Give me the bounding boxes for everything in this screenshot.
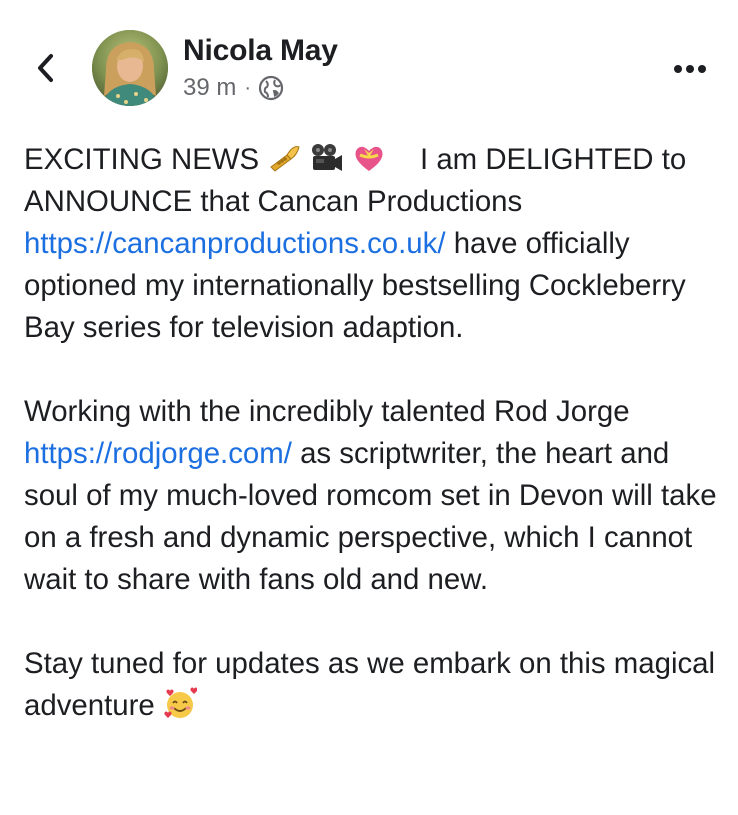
avatar[interactable] [92,30,168,106]
more-horizontal-icon [674,65,706,73]
author-name[interactable]: Nicola May [183,34,338,68]
globe-icon [258,75,284,101]
heart-with-ribbon-emoji [355,146,383,171]
avatar-photo [92,30,168,106]
post-body: EXCITING NEWS I am DELIGHTED to ANNOUNCE… [24,139,724,727]
post-paragraph-2: Working with the incredibly talented Rod… [24,391,724,601]
more-options-button[interactable] [668,54,712,84]
post-link-cancan[interactable]: https://cancanproductions.co.uk/ [24,227,446,260]
post-paragraph-1: EXCITING NEWS I am DELIGHTED to ANNOUNCE… [24,139,724,349]
post-paragraph-3: Stay tuned for updates as we embark on t… [24,643,724,727]
back-button[interactable] [26,46,66,90]
post-header: Nicola May 39 m · [0,0,738,130]
trumpet-emoji [270,146,300,172]
post-text: Working with the incredibly talented Rod… [24,395,630,428]
post-meta: 39 m · [183,74,284,102]
smiling-face-with-hearts-emoji [164,687,197,718]
movie-camera-emoji [312,144,343,171]
post-link-rodjorge[interactable]: https://rodjorge.com/ [24,437,292,470]
chevron-left-icon [38,54,53,82]
post-time[interactable]: 39 m [183,74,236,102]
post-text: Stay tuned for updates as we embark on t… [24,647,716,722]
post-text: EXCITING NEWS [24,143,260,176]
meta-separator: · [244,76,252,99]
